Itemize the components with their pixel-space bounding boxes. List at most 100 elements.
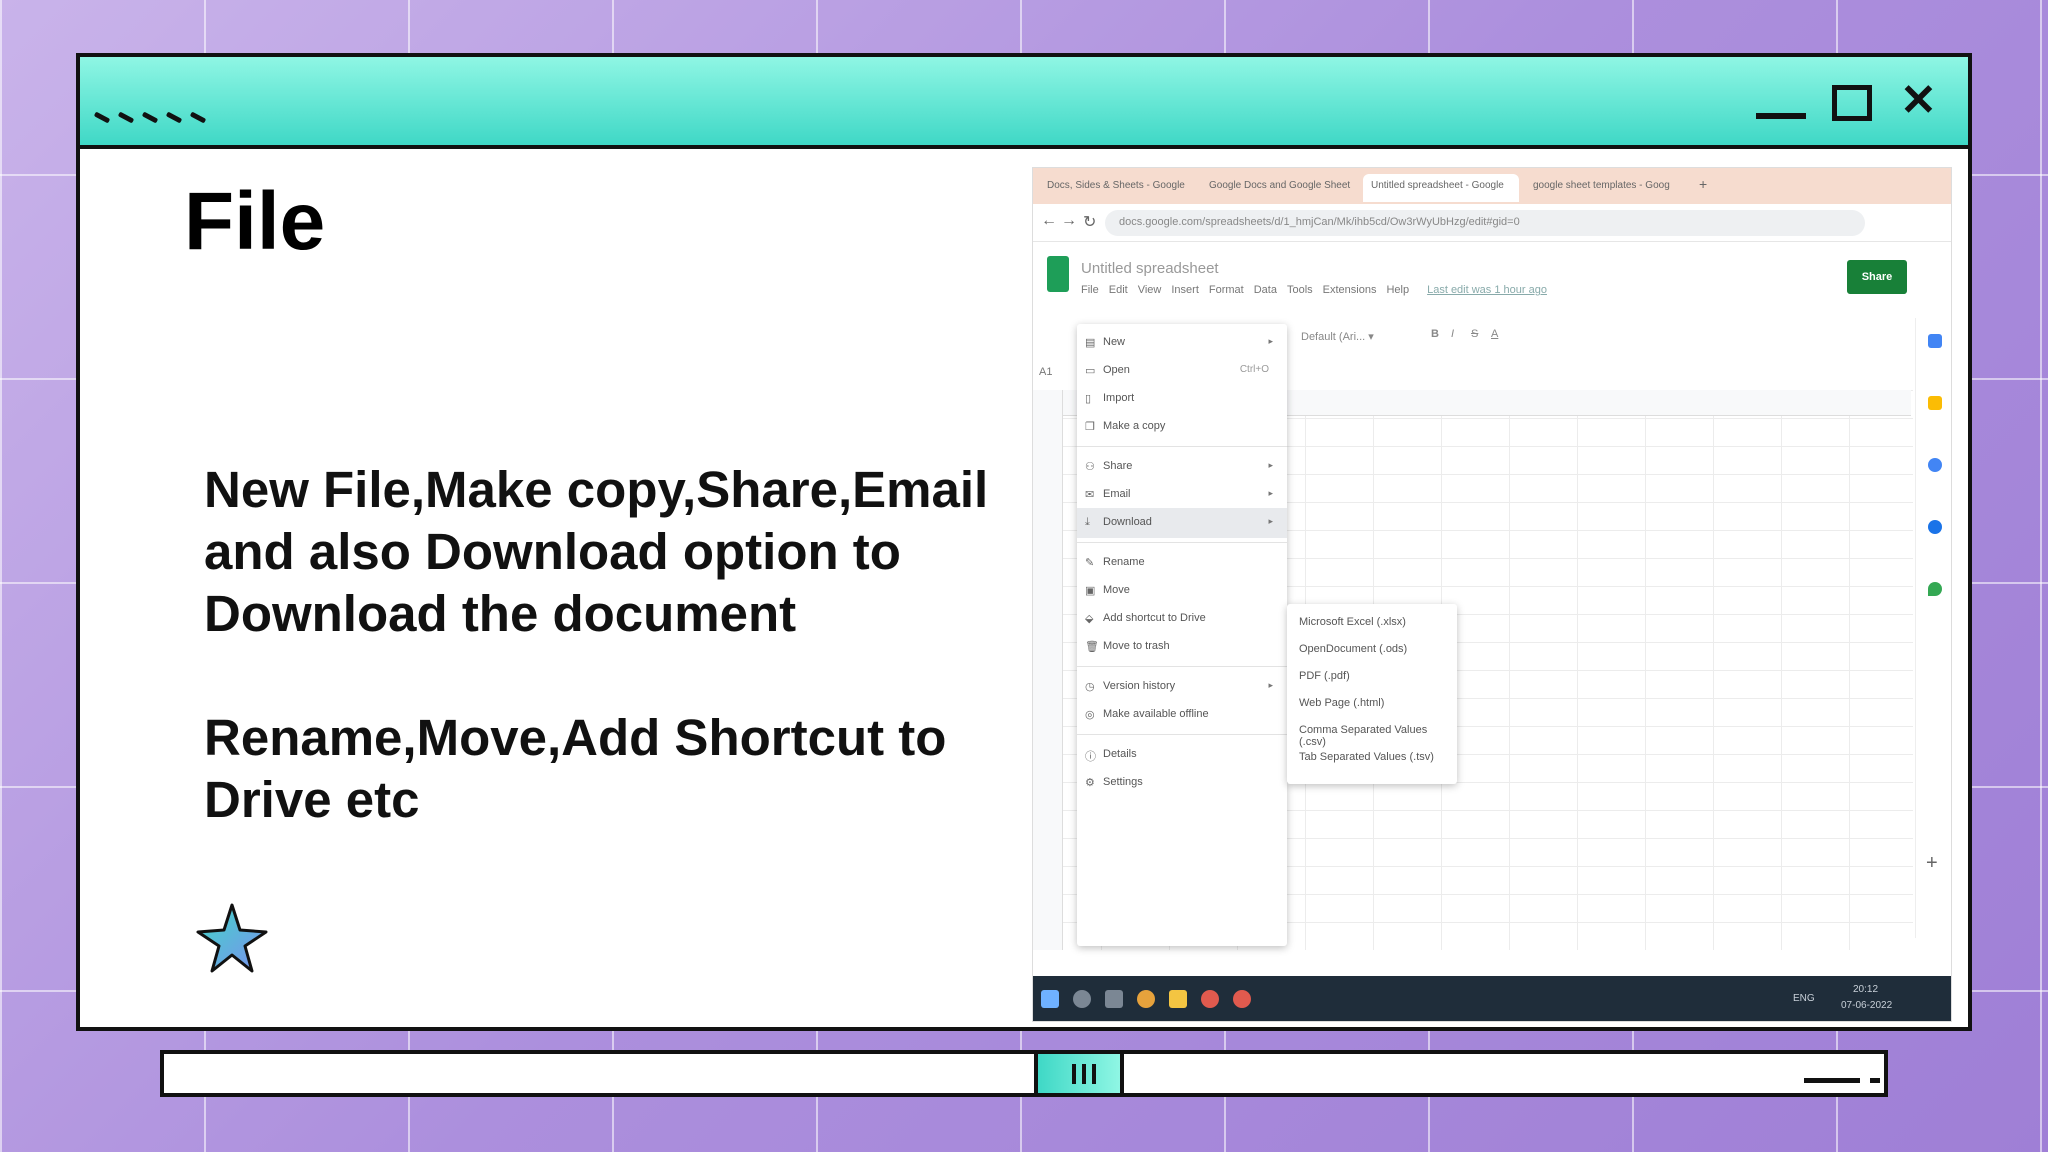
menu-tools[interactable]: Tools [1287,284,1313,296]
browser-tab-active[interactable]: Untitled spreadsheet - Google [1363,174,1519,202]
download-pdf[interactable]: PDF (.pdf) [1299,670,1350,682]
file-menu: ▤ New ▸ ▭ Open Ctrl+O ▯ Import ❐ Make a … [1077,324,1287,946]
menu-format[interactable]: Format [1209,284,1244,296]
menu-item-download[interactable]: ⤓ Download ▸ [1077,508,1287,538]
cell-reference[interactable]: A1 [1039,366,1052,378]
new-tab-icon[interactable]: + [1691,174,1711,202]
titlebar-dots [93,111,207,124]
download-csv[interactable]: Comma Separated Values (.csv) [1299,724,1457,748]
text-color-icon[interactable]: A [1491,328,1498,340]
url-field[interactable]: docs.google.com/spreadsheets/d/1_hmjCan/… [1105,210,1865,236]
clock-date[interactable]: 07-06-2022 [1841,1000,1892,1011]
download-html[interactable]: Web Page (.html) [1299,697,1384,709]
menu-divider [1077,542,1287,543]
tasks-icon[interactable] [1928,458,1942,472]
clock-time[interactable]: 20:12 [1853,984,1878,995]
strikethrough-icon[interactable]: S [1471,328,1478,340]
minimize-icon[interactable] [1756,113,1806,119]
menu-item-make-copy[interactable]: ❐ Make a copy [1077,412,1287,442]
menu-item-settings[interactable]: ⚙ Settings [1077,768,1287,798]
menu-data[interactable]: Data [1254,284,1277,296]
menu-help[interactable]: Help [1386,284,1409,296]
task-view-icon[interactable] [1105,990,1123,1008]
history-icon: ◷ [1085,681,1095,693]
menu-item-offline[interactable]: ◎ Make available offline [1077,700,1287,730]
app-icon[interactable] [1201,990,1219,1008]
menu-insert[interactable]: Insert [1171,284,1199,296]
chevron-right-icon: ▸ [1268,488,1273,498]
menu-divider [1077,666,1287,667]
sheets-screenshot: Docs, Sides & Sheets - Google Google Doc… [1032,167,1952,1022]
menu-item-open[interactable]: ▭ Open Ctrl+O [1077,356,1287,386]
trash-icon: 🗑 [1085,641,1099,653]
settings-icon: ⚙ [1085,777,1095,789]
share-icon: ⚇ [1085,461,1095,473]
rename-icon: ✎ [1085,557,1095,569]
copy-icon: ❐ [1085,421,1095,433]
download-ods[interactable]: OpenDocument (.ods) [1299,643,1407,655]
menu-item-import[interactable]: ▯ Import [1077,384,1287,414]
chevron-right-icon: ▸ [1268,680,1273,690]
new-icon: ▤ [1085,337,1096,349]
keep-icon[interactable] [1928,396,1942,410]
menu-divider [1077,734,1287,735]
menu-item-rename[interactable]: ✎ Rename [1077,548,1287,578]
menu-divider [1077,446,1287,447]
chrome-icon[interactable] [1137,990,1155,1008]
reload-icon[interactable]: ↻ [1083,212,1096,232]
calendar-icon[interactable] [1928,334,1942,348]
slide-window: ✕ File New File,Make copy,Share,Email an… [76,53,1972,1031]
menu-item-label: Download [1103,516,1152,528]
doc-title[interactable]: Untitled spreadsheet [1081,260,1219,277]
sheets-menubar: File Edit View Insert Format Data Tools … [1081,284,1547,296]
menu-item-details[interactable]: ⓘ Details [1077,740,1287,770]
add-addon-icon[interactable]: + [1926,852,1938,875]
app-icon[interactable] [1233,990,1251,1008]
menu-item-version-history[interactable]: ◷ Version history ▸ [1077,672,1287,702]
download-xlsx[interactable]: Microsoft Excel (.xlsx) [1299,616,1406,628]
menu-item-new[interactable]: ▤ New ▸ [1077,328,1287,358]
menu-item-share[interactable]: ⚇ Share ▸ [1077,452,1287,482]
bold-icon[interactable]: B [1431,328,1439,340]
menu-item-label: Share [1103,460,1133,472]
scroll-thumb[interactable] [1034,1050,1124,1097]
last-edit-link[interactable]: Last edit was 1 hour ago [1427,284,1547,296]
share-button[interactable]: Share [1847,260,1907,294]
browser-tab[interactable]: google sheet templates - Goog [1525,174,1685,202]
menu-item-label: Open [1103,364,1130,376]
contacts-icon[interactable] [1928,520,1942,534]
browser-tab[interactable]: Google Docs and Google Sheet [1201,174,1357,202]
menu-item-label: Move to trash [1103,640,1170,652]
row-headers[interactable] [1033,390,1063,950]
forward-icon[interactable]: → [1061,212,1077,230]
file-explorer-icon[interactable] [1169,990,1187,1008]
menu-item-label: Rename [1103,556,1145,568]
email-icon: ✉ [1085,489,1095,501]
menu-extensions[interactable]: Extensions [1323,284,1377,296]
window-titlebar: ✕ [80,57,1968,149]
maximize-icon[interactable] [1832,85,1872,121]
bottom-scrollbar[interactable] [160,1050,1888,1097]
menu-item-move[interactable]: ▣ Move [1077,576,1287,606]
menu-item-add-shortcut[interactable]: ⬙ Add shortcut to Drive [1077,604,1287,634]
side-panel: + [1915,318,1951,938]
star-icon [196,903,268,973]
menu-view[interactable]: View [1138,284,1162,296]
search-icon[interactable] [1073,990,1091,1008]
italic-icon[interactable]: I [1451,328,1454,340]
menu-edit[interactable]: Edit [1109,284,1128,296]
close-icon[interactable]: ✕ [1900,77,1937,125]
start-icon[interactable] [1041,990,1059,1008]
language-indicator[interactable]: ENG [1793,993,1815,1004]
sheets-logo-icon[interactable] [1047,256,1069,292]
menu-file[interactable]: File [1081,284,1099,296]
font-select[interactable]: Default (Ari... ▾ [1301,330,1374,343]
maps-icon[interactable] [1928,582,1942,596]
chevron-right-icon: ▸ [1268,516,1273,526]
bar-dot-decoration [1870,1078,1880,1083]
download-tsv[interactable]: Tab Separated Values (.tsv) [1299,751,1434,763]
menu-item-email[interactable]: ✉ Email ▸ [1077,480,1287,510]
browser-tab[interactable]: Docs, Sides & Sheets - Google [1039,174,1195,202]
menu-item-move-to-trash[interactable]: 🗑 Move to trash [1077,632,1287,662]
back-icon[interactable]: ← [1041,212,1057,230]
